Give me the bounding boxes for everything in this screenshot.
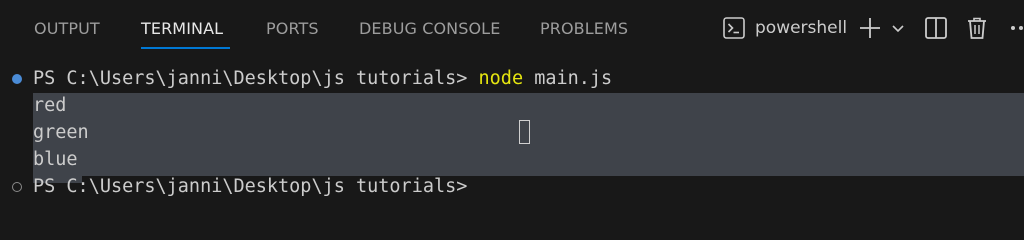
plus-icon xyxy=(859,17,881,39)
tab-ports[interactable]: PORTS xyxy=(266,19,319,39)
panel-tab-bar: OUTPUT TERMINAL PORTS DEBUG CONSOLE PROB… xyxy=(0,0,1024,58)
prompt-line: PS C:\Users\janni\Desktop\js tutorials> … xyxy=(33,65,612,92)
prompt-line: PS C:\Users\janni\Desktop\js tutorials> xyxy=(33,176,468,197)
command-name: node xyxy=(478,68,524,89)
terminal-launch-profile-button[interactable] xyxy=(888,12,908,44)
prompt-text: PS C:\Users\janni\Desktop\js tutorials> xyxy=(33,68,479,89)
terminal-cursor xyxy=(519,120,530,144)
tab-problems[interactable]: PROBLEMS xyxy=(540,19,628,39)
output-line: blue xyxy=(33,149,78,170)
more-actions-button[interactable] xyxy=(1004,12,1024,44)
tab-output[interactable]: OUTPUT xyxy=(34,19,100,39)
new-terminal-button[interactable] xyxy=(856,12,884,44)
tab-terminal[interactable]: TERMINAL xyxy=(141,19,223,39)
terminal-icon xyxy=(722,16,746,40)
terminal-profile-button[interactable]: powershell xyxy=(716,12,848,44)
tab-debug-console[interactable]: DEBUG CONSOLE xyxy=(359,19,500,39)
chevron-down-icon xyxy=(891,21,905,35)
output-line: green xyxy=(33,122,89,143)
more-icon xyxy=(1010,25,1024,31)
split-terminal-button[interactable] xyxy=(922,12,950,44)
command-args: main.js xyxy=(523,68,613,89)
vscode-panel: OUTPUT TERMINAL PORTS DEBUG CONSOLE PROB… xyxy=(0,0,1024,201)
shell-name-label: powershell xyxy=(755,18,848,38)
kill-terminal-button[interactable] xyxy=(963,12,991,44)
command-success-decoration[interactable] xyxy=(12,74,22,84)
trash-icon xyxy=(966,16,988,40)
split-icon xyxy=(924,16,948,40)
active-tab-indicator xyxy=(141,47,230,49)
output-line: red xyxy=(33,95,67,116)
command-empty-decoration[interactable] xyxy=(12,182,22,192)
terminal-view[interactable]: PS C:\Users\janni\Desktop\js tutorials> … xyxy=(0,62,1024,201)
